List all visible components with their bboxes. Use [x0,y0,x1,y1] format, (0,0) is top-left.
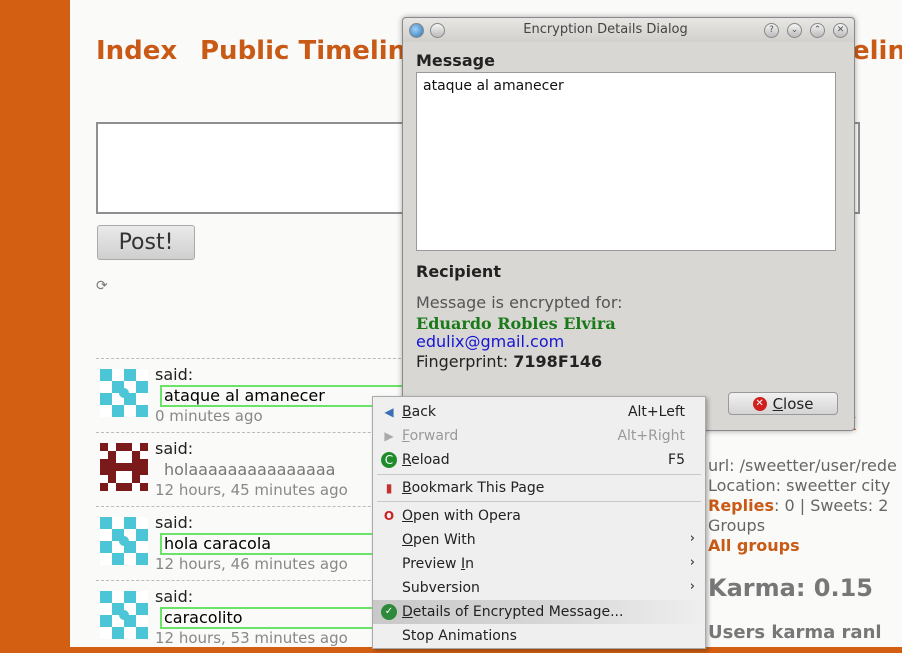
help-icon[interactable]: ? [764,23,779,38]
dialog-titlebar[interactable]: Encryption Details Dialog ? ⌄ ⌃ ✕ [403,18,854,42]
encrypted-for-label: Message is encrypted for: [416,293,623,312]
avatar[interactable] [100,591,148,639]
menu-item-reload[interactable]: C Reload F5 [373,448,705,472]
nav-index-link[interactable]: Index [96,36,177,66]
karma-value: Karma: 0.15 [708,574,873,602]
nav-timeline-fragment[interactable]: eline [852,36,902,66]
opera-icon: O [383,509,395,523]
menu-item-forward[interactable]: ▶ Forward Alt+Right [373,424,705,448]
feed-item: said: caracolito 12 hours, 53 minutes ag… [96,580,410,653]
all-groups-link[interactable]: All groups [708,536,800,555]
window-close-icon[interactable]: ✕ [833,23,848,38]
dialog-title: Encryption Details Dialog [523,22,688,37]
groups-label: Groups [708,516,766,535]
context-menu: ◀ Back Alt+Left ▶ Forward Alt+Right C Re… [372,396,706,649]
menu-item-subversion[interactable]: Subversion › [373,576,705,600]
menu-item-open-with[interactable]: Open With › [373,528,705,552]
said-label: said: [155,513,194,532]
replies-link[interactable]: Replies [708,496,774,515]
said-label: said: [155,587,194,606]
submenu-arrow-icon: › [689,531,695,546]
sweet-time[interactable]: 12 hours, 53 minutes ago [155,629,348,647]
message-textarea[interactable]: ataque al amanecer [416,72,836,251]
submenu-arrow-icon: › [689,579,695,594]
menu-item-bookmark-label: Bookmark This Page [402,480,545,496]
users-karma-heading: Users karma ranl [708,622,882,643]
message-text: ataque al amanecer [423,78,564,94]
menu-item-open-with-opera[interactable]: O Open with Opera [373,504,705,528]
feed-item: said: hola caracola 12 hours, 46 minutes… [96,506,410,579]
back-arrow-icon: ◀ [384,405,394,419]
menu-item-bookmark[interactable]: ▮ Bookmark This Page [373,476,705,500]
feed-item: said: ataque al amanecer 0 minutes ago [96,358,410,431]
forward-arrow-icon: ▶ [384,429,394,443]
menu-item-details-label: Details of Encrypted Message... [402,604,624,620]
said-label: said: [155,439,194,458]
menu-item-reload-shortcut: F5 [668,452,685,468]
stats-text: : 0 | Sweets: 2 [773,496,889,515]
sweet-time[interactable]: 0 minutes ago [155,407,263,425]
menu-separator [377,501,701,502]
refresh-icon[interactable]: ⟳ [96,278,108,294]
menu-item-back-shortcut: Alt+Left [627,404,685,420]
menu-item-preview-label: Preview In [402,556,474,572]
menu-item-preview-in[interactable]: Preview In › [373,552,705,576]
fingerprint-row: Fingerprint: 7198F146 [416,352,602,371]
fingerprint-value: 7198F146 [513,352,603,371]
said-label: said: [155,365,194,384]
nav-public-timeline-link[interactable]: Public Timelin [200,36,406,66]
message-heading: Message [416,51,495,70]
recipient-email[interactable]: edulix@gmail.com [416,332,564,351]
menu-item-forward-shortcut: Alt+Right [617,428,685,444]
avatar[interactable] [100,517,148,565]
close-icon: ✕ [752,396,767,411]
minimize-icon[interactable]: ⌄ [787,23,802,38]
sweet-time[interactable]: 12 hours, 45 minutes ago [155,481,348,499]
menu-item-open-opera-label: Open with Opera [402,508,521,524]
profile-stats: Replies: 0 | Sweets: 2 [708,496,888,515]
recipient-heading: Recipient [416,262,501,281]
menu-item-forward-label: Forward [402,428,459,444]
menu-separator [377,474,701,475]
sweet-time[interactable]: 12 hours, 46 minutes ago [155,555,348,573]
menu-item-open-with-label: Open With [402,532,476,548]
avatar[interactable] [100,369,148,417]
menu-item-subversion-label: Subversion [402,580,480,596]
shield-check-icon: ✓ [381,604,397,620]
feed-item: said: holaaaaaaaaaaaaaaa 12 hours, 45 mi… [96,432,406,505]
fingerprint-label: Fingerprint: [416,352,514,371]
avatar[interactable] [100,443,148,491]
close-button[interactable]: ✕ Close [728,392,838,415]
reload-icon: C [381,452,397,468]
menu-item-details-encrypted[interactable]: ✓ Details of Encrypted Message... [373,600,705,624]
recipient-name: Eduardo Robles Elvira [416,314,616,333]
encryption-details-dialog: Encryption Details Dialog ? ⌄ ⌃ ✕ Messag… [402,17,855,431]
menu-item-back-label: Back [402,404,436,420]
menu-item-reload-label: Reload [402,452,450,468]
bookmark-icon: ▮ [385,481,393,495]
menu-item-stop-animations-label: Stop Animations [402,628,517,644]
menu-item-back[interactable]: ◀ Back Alt+Left [373,400,705,424]
post-button[interactable]: Post! [97,225,195,260]
maximize-icon[interactable]: ⌃ [810,23,825,38]
submenu-arrow-icon: › [689,555,695,570]
close-button-label: Close [772,394,814,413]
profile-url: url: /sweetter/user/rede [708,456,897,475]
menu-item-stop-animations[interactable]: Stop Animations [373,624,705,648]
profile-location: Location: sweetter city [708,476,891,495]
